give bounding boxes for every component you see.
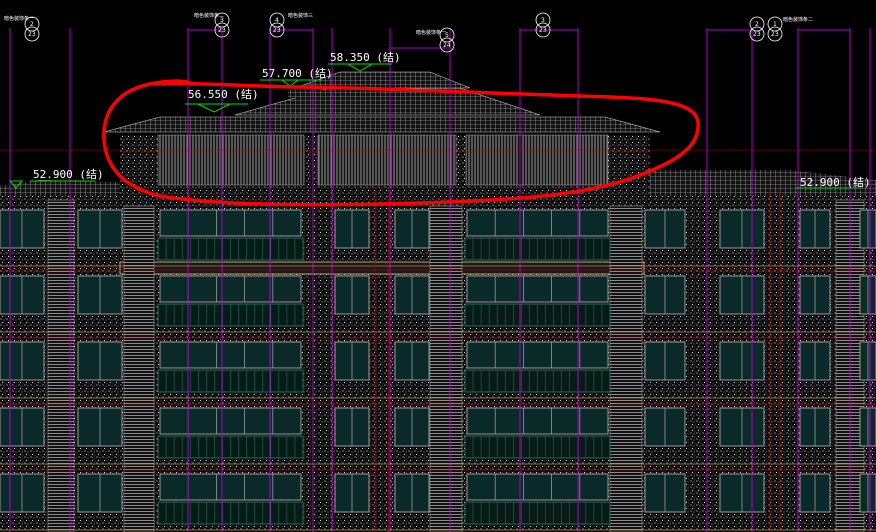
svg-text:4: 4 [275,17,279,24]
horizontal-band [119,261,645,275]
svg-text:3: 3 [541,17,545,24]
svg-text:23: 23 [218,27,226,34]
elevation-mark-52900-right: 52.900 (结) [796,176,871,189]
window [159,275,302,303]
window [466,473,609,501]
tag-label: 暗色装饰条二 [194,12,224,19]
elevation-label: 52.900 (结) [800,176,871,189]
tag-label: 暗色装饰三 [288,12,313,19]
svg-text:23: 23 [539,27,547,34]
tag-label: 暗色装饰条一 [4,15,34,22]
svg-text:23: 23 [28,31,36,38]
svg-text:2: 2 [30,21,34,28]
svg-text:24: 24 [443,42,451,49]
elevation-label: 56.550 (结) [188,88,259,101]
attic-louver-panel [465,134,609,186]
elevation-label: 57.700 (结) [262,67,333,80]
svg-text:23: 23 [753,31,761,38]
attic-louver-panel [317,134,457,186]
attic-louver-panel [157,134,305,186]
louvered-column [609,205,643,532]
window [466,407,609,435]
cad-elevation-drawing: 52.900 (结) 56.550 (结) 57.700 (结) 58.350 … [0,0,876,532]
window [159,209,302,237]
window [159,407,302,435]
window [159,341,302,369]
window [159,473,302,501]
tag-label: 暗色装饰条一 [416,29,446,36]
window [466,341,609,369]
louvered-column [429,205,463,532]
window [466,209,609,237]
elevation-label: 52.900 (结) [33,168,104,181]
elevation-label: 58.350 (结) [330,51,401,64]
louvered-column [123,205,155,532]
svg-text:23: 23 [771,31,779,38]
svg-text:2: 2 [755,21,759,28]
main-roof-eave [103,116,661,133]
svg-text:1: 1 [773,21,777,28]
tag-label: 暗色装饰条二 [783,16,813,23]
window [466,275,609,303]
svg-text:23: 23 [273,27,281,34]
